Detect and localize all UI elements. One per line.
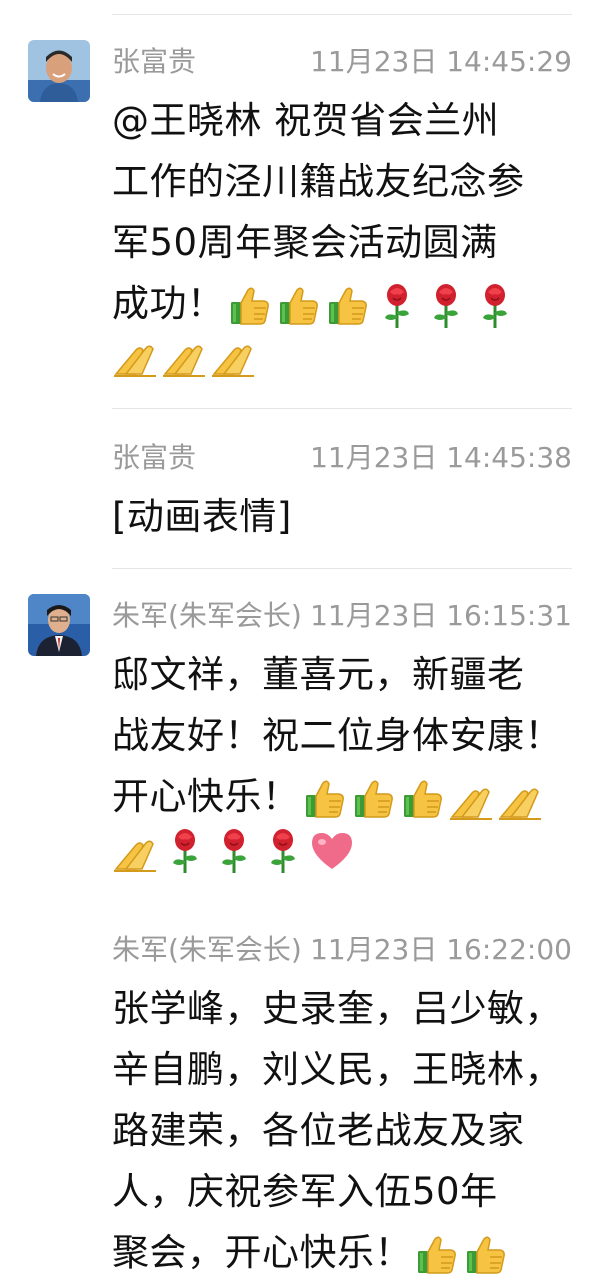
- praying-hands-emoji-icon: [497, 775, 545, 823]
- message-text-line: 邸文祥，董喜元，新疆老: [112, 653, 525, 696]
- message-text-segment: 聚会，开心快乐！: [112, 1231, 412, 1274]
- emoji-row: [112, 330, 259, 382]
- praying-hands-emoji-icon: [112, 332, 160, 380]
- message-text-line: @王晓林 祝贺省会兰州: [112, 99, 500, 142]
- message-timestamp: 11月23日 14:45:38: [310, 441, 572, 474]
- message-divider: [112, 14, 572, 15]
- thumbs-up-emoji-icon: [324, 282, 372, 330]
- sender-name[interactable]: 张富贵: [112, 42, 196, 82]
- message-text-line: 工作的泾川籍战友纪念参: [112, 160, 525, 203]
- message-timestamp: 11月23日 14:45:29: [310, 45, 572, 78]
- rose-emoji-icon: [210, 827, 258, 875]
- avatar[interactable]: [28, 40, 90, 102]
- heart-emoji-icon: [308, 827, 356, 875]
- thumbs-up-emoji-icon: [275, 282, 323, 330]
- message-divider: [112, 408, 572, 409]
- message-divider: [112, 568, 572, 569]
- message-text-line: 人，庆祝参军入伍50年: [112, 1170, 498, 1213]
- sender-name[interactable]: 张富贵: [112, 438, 196, 478]
- message-text-line: 军50周年聚会活动圆满: [112, 221, 498, 264]
- rose-emoji-icon: [422, 282, 470, 330]
- rose-emoji-icon: [373, 282, 421, 330]
- thumbs-up-emoji-icon: [226, 282, 274, 330]
- rose-emoji-icon: [471, 282, 519, 330]
- thumbs-up-emoji-icon: [413, 1231, 461, 1279]
- emoji-row: [112, 825, 357, 877]
- animated-sticker-placeholder[interactable]: [动画表情]: [112, 486, 582, 547]
- praying-hands-emoji-icon: [112, 827, 160, 875]
- message-text-line: 路建荣，各位老战友及家: [112, 1109, 525, 1152]
- thumbs-up-emoji-icon: [462, 1231, 510, 1279]
- sender-name[interactable]: 朱军(朱军会长): [112, 930, 302, 970]
- message-text-segment: 开心快乐！: [112, 775, 300, 818]
- praying-hands-emoji-icon: [448, 775, 496, 823]
- message-text-line: 张学峰，史录奎，吕少敏，: [112, 987, 562, 1030]
- message-header: 张富贵 11月23日 14:45:38: [112, 438, 572, 478]
- sender-name[interactable]: 朱军(朱军会长): [112, 596, 302, 636]
- avatar[interactable]: [28, 594, 90, 656]
- rose-emoji-icon: [259, 827, 307, 875]
- message-timestamp: 11月23日 16:22:00: [310, 933, 572, 966]
- message-text-line: 聚会，开心快乐！: [112, 1222, 582, 1283]
- praying-hands-emoji-icon: [210, 332, 258, 380]
- message-header: 张富贵 11月23日 14:45:29: [112, 42, 572, 82]
- message-text[interactable]: [动画表情]: [112, 486, 582, 547]
- message-text-line: 成功！: [112, 273, 582, 334]
- message-text-line: 辛自鹏，刘义民，王晓林，: [112, 1048, 562, 1091]
- message-text: 邸文祥，董喜元，新疆老 战友好！祝二位身体安康！ 开心快乐！: [112, 644, 582, 827]
- message-text-segment: 成功！: [112, 282, 225, 325]
- praying-hands-emoji-icon: [161, 332, 209, 380]
- message-text-line: 战友好！祝二位身体安康！: [112, 714, 562, 757]
- rose-emoji-icon: [161, 827, 209, 875]
- message-text: @王晓林 祝贺省会兰州 工作的泾川籍战友纪念参 军50周年聚会活动圆满 成功！: [112, 90, 582, 334]
- message-timestamp: 11月23日 16:15:31: [310, 599, 572, 632]
- message-header: 朱军(朱军会长) 11月23日 16:22:00: [112, 930, 572, 970]
- thumbs-up-emoji-icon: [399, 775, 447, 823]
- thumbs-up-emoji-icon: [350, 775, 398, 823]
- message-header: 朱军(朱军会长) 11月23日 16:15:31: [112, 596, 572, 636]
- message-text: 张学峰，史录奎，吕少敏， 辛自鹏，刘义民，王晓林， 路建荣，各位老战友及家 人，…: [112, 978, 582, 1283]
- message-text-line: 开心快乐！: [112, 766, 582, 827]
- thumbs-up-emoji-icon: [301, 775, 349, 823]
